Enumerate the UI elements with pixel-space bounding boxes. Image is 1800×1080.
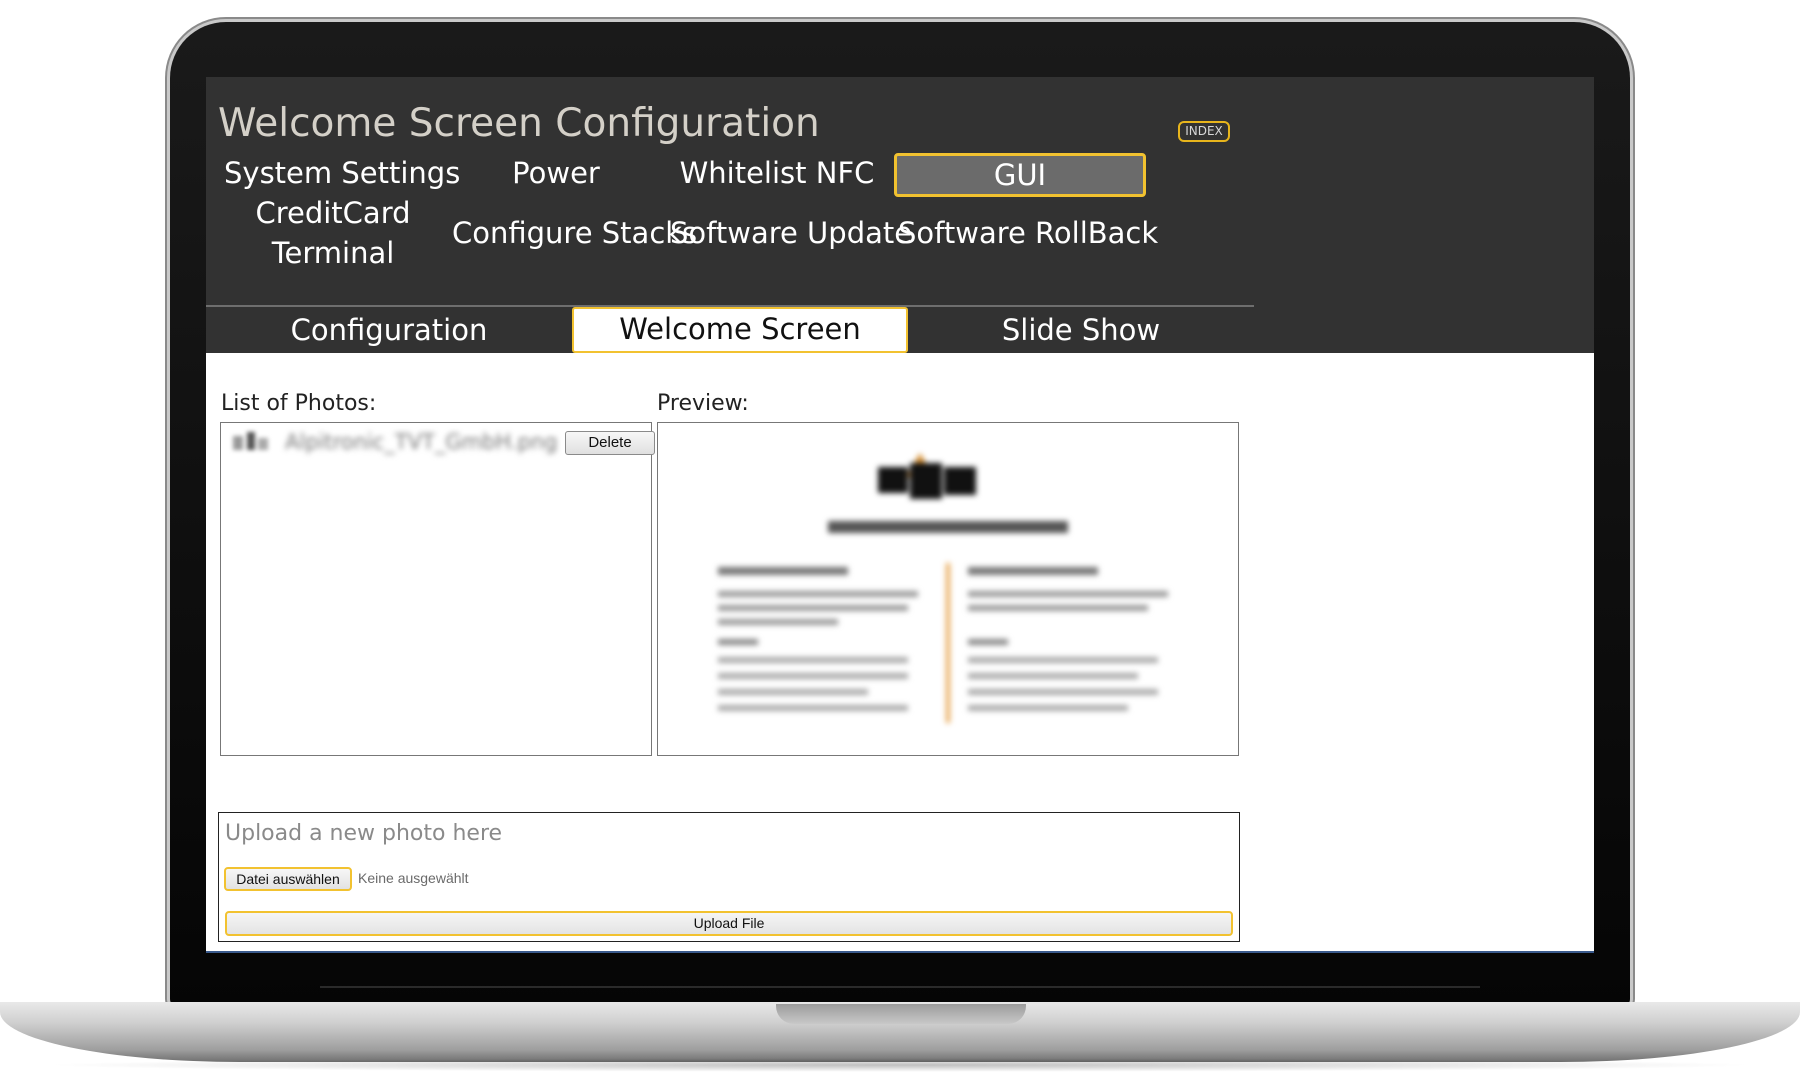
header-extension: [1254, 77, 1594, 353]
nav-software-update[interactable]: Software Update: [670, 213, 912, 253]
laptop-shadow: [40, 1058, 1760, 1072]
preview-graphic: [718, 453, 1168, 723]
delete-button[interactable]: Delete: [565, 431, 655, 455]
nav-system-settings[interactable]: System Settings: [224, 153, 460, 193]
photo-list-label: List of Photos:: [221, 391, 377, 416]
list-item[interactable]: Alpitronic_TVT_GmbH.png Delete: [227, 428, 655, 455]
header: Welcome Screen Configuration INDEX Syste…: [206, 77, 1254, 353]
choose-file-button[interactable]: Datei auswählen: [224, 867, 352, 891]
nav-whitelist-nfc[interactable]: Whitelist NFC: [666, 153, 888, 193]
photo-thumbnail-icon: [233, 432, 268, 450]
screen: Welcome Screen Configuration INDEX Syste…: [206, 77, 1594, 953]
screen-bottom-edge: [206, 951, 1594, 953]
laptop-hinge: [320, 986, 1480, 988]
nav-power[interactable]: Power: [462, 153, 650, 193]
subtab-slide-show[interactable]: Slide Show: [908, 307, 1254, 353]
nav-configure-stacks[interactable]: Configure Stacks: [452, 213, 697, 253]
photo-filename: Alpitronic_TVT_GmbH.png: [285, 430, 558, 454]
nav-creditcard-terminal[interactable]: CreditCard Terminal: [224, 193, 442, 273]
preview-label: Preview:: [657, 391, 749, 416]
app-window: Welcome Screen Configuration INDEX Syste…: [206, 77, 1254, 953]
upload-file-button[interactable]: Upload File: [225, 911, 1233, 936]
index-button[interactable]: INDEX: [1178, 121, 1230, 142]
upload-heading: Upload a new photo here: [225, 821, 503, 846]
subtab-configuration[interactable]: Configuration: [206, 307, 572, 353]
file-status: Keine ausgewählt: [358, 870, 469, 886]
page-title: Welcome Screen Configuration: [218, 101, 820, 146]
nav-gui[interactable]: GUI: [894, 153, 1146, 197]
subtab-welcome-screen[interactable]: Welcome Screen: [572, 307, 908, 353]
photo-list: Alpitronic_TVT_GmbH.png Delete: [220, 422, 655, 756]
laptop-notch: [776, 1004, 1026, 1024]
nav-software-rollback[interactable]: Software RollBack: [898, 213, 1158, 253]
preview-image: [657, 422, 1239, 756]
upload-panel: Upload a new photo here Datei auswählen …: [218, 812, 1240, 942]
